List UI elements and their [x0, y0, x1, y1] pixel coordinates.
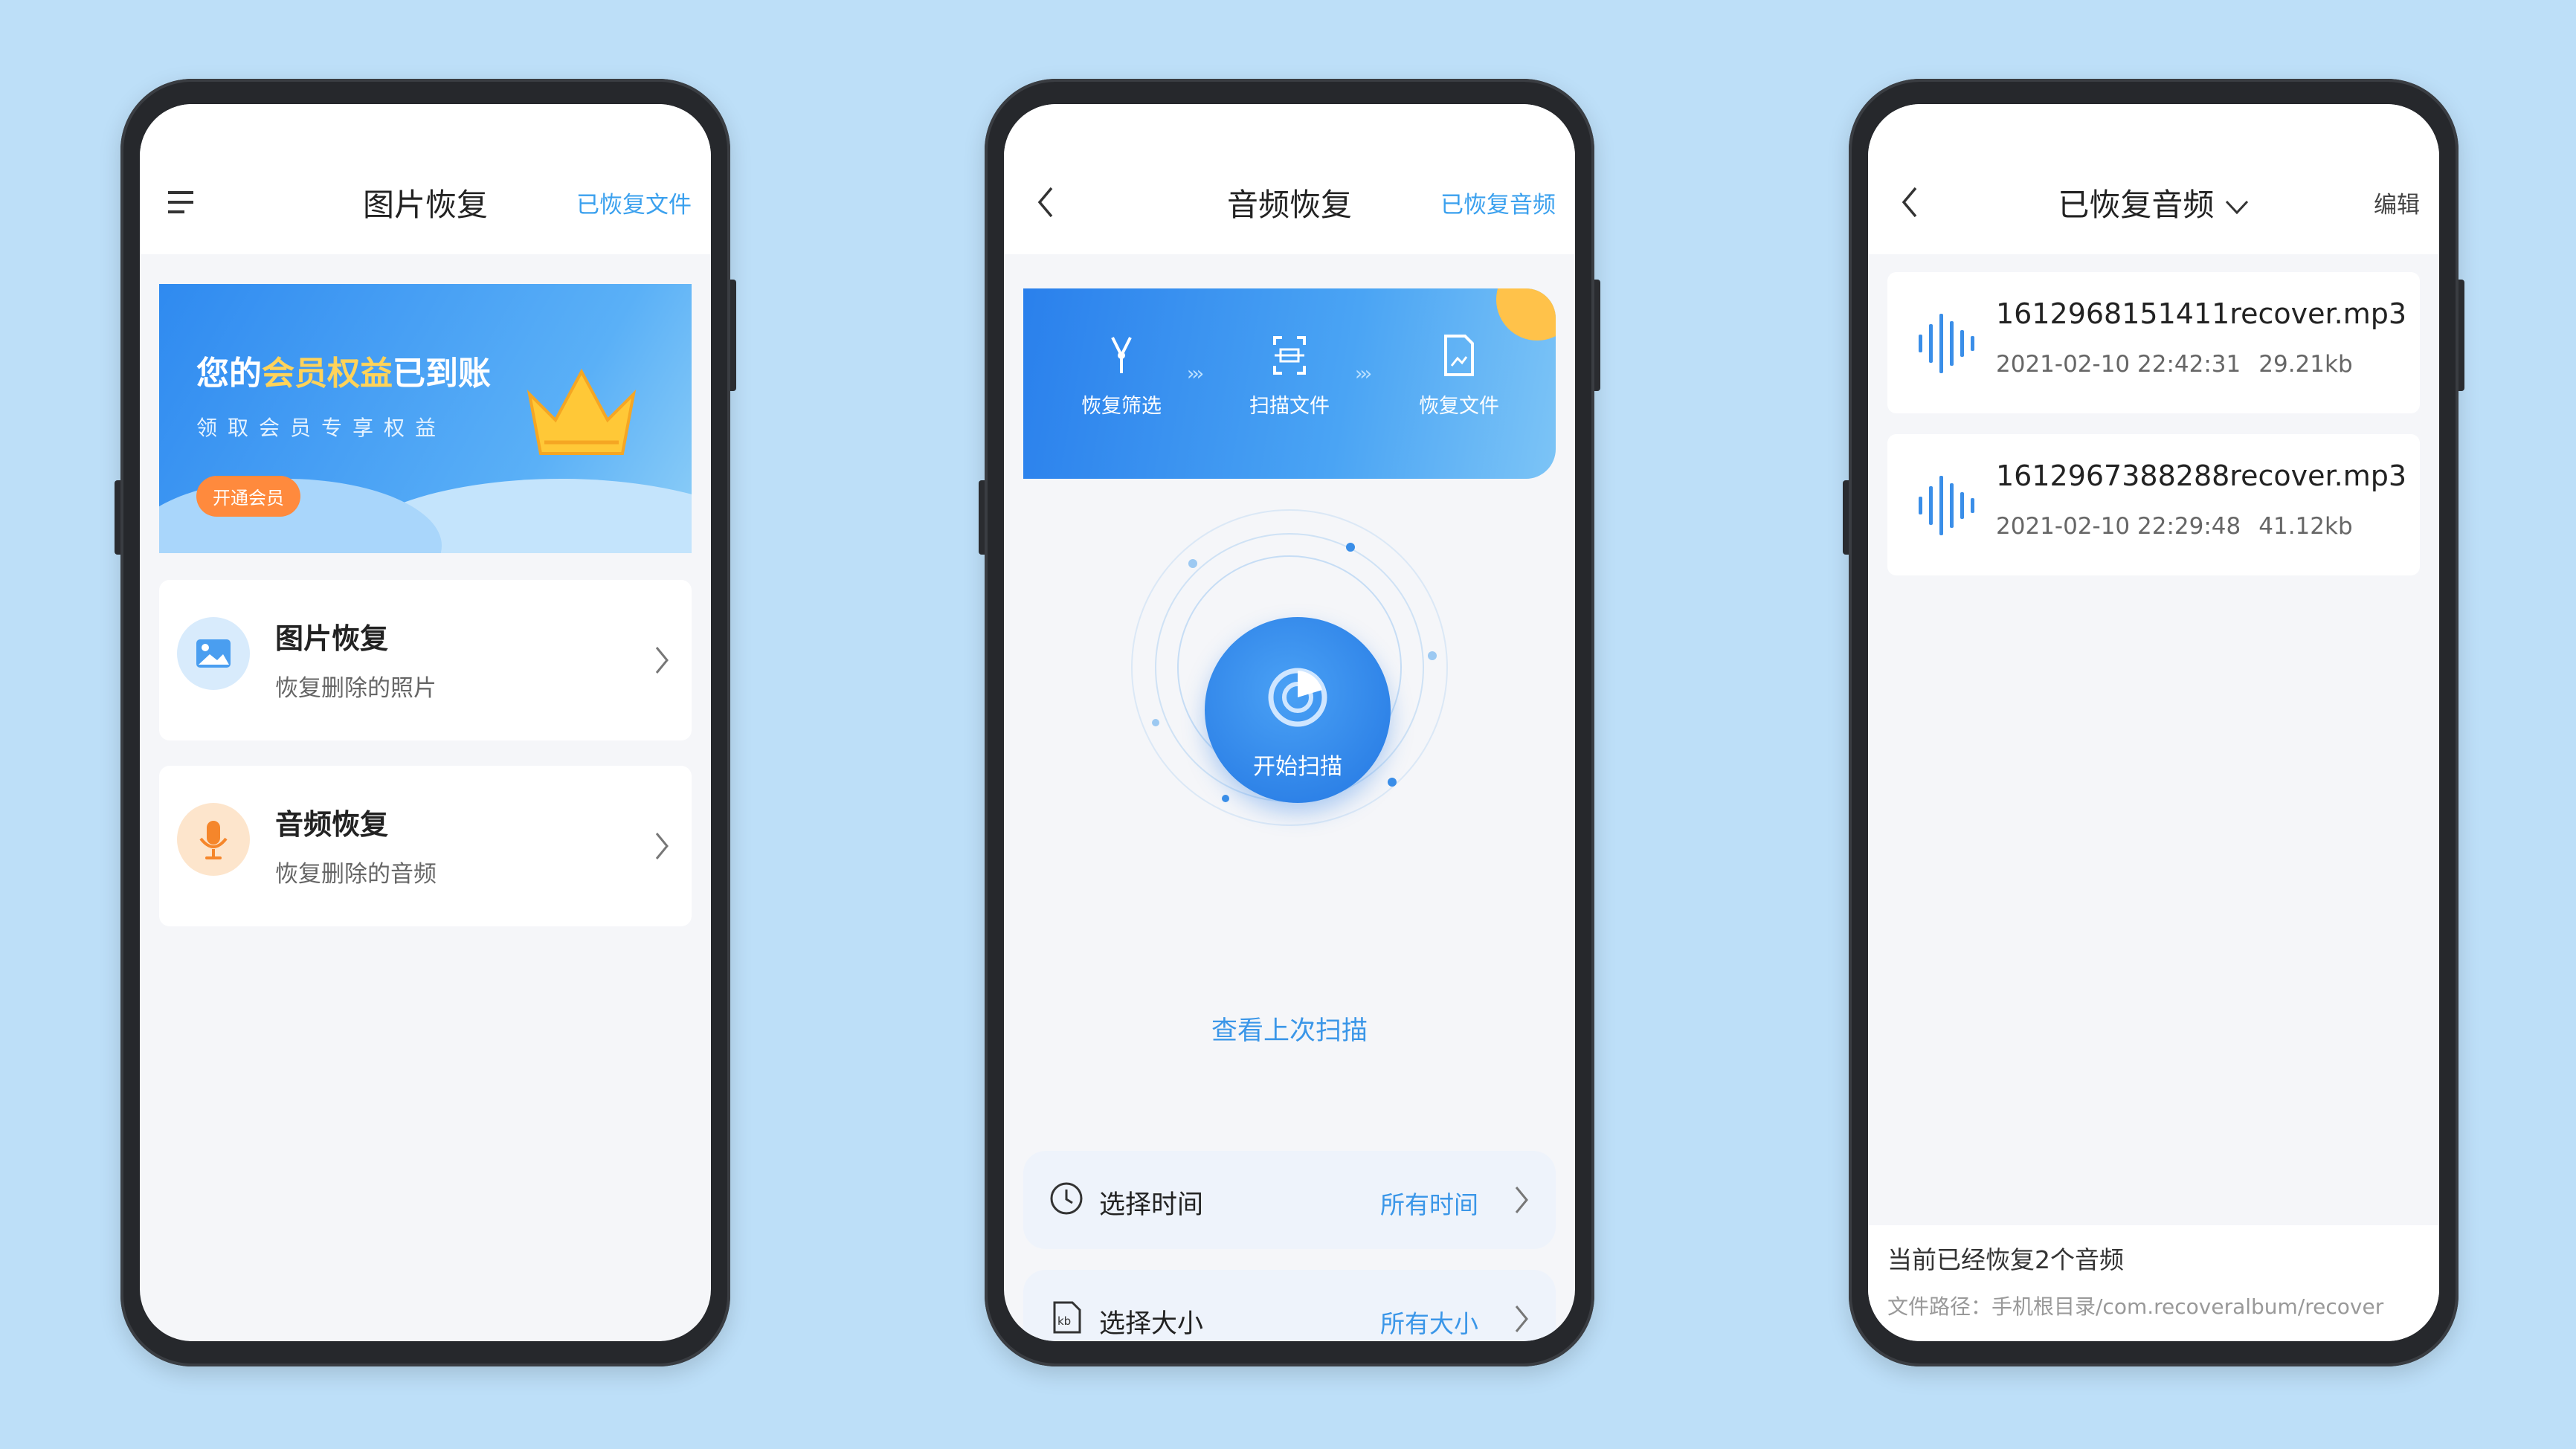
- page-title: 图片恢复: [362, 186, 488, 223]
- screen: 音频恢复 已恢复音频 恢复筛选 ››› 扫描文件 ››› 恢复文件 开始扫描 查…: [1004, 104, 1575, 1341]
- menu-item-image-recovery[interactable]: 图片恢复 恢复删除的照片: [159, 580, 692, 740]
- phone-frame-image-recovery: 图片恢复 已恢复文件 您的会员权益已到账 领取会员专享权益 开通会员 图片恢复 …: [115, 79, 736, 1366]
- file-meta: 2021-02-10 22:42:31 29.21kb: [1996, 351, 2353, 378]
- step-label: 恢复筛选: [1081, 395, 1162, 418]
- step-label: 扫描文件: [1249, 395, 1330, 418]
- chevron-right-icon: [655, 833, 669, 859]
- image-icon: [177, 617, 250, 690]
- phone-frame-recovered-audio: 已恢复音频 编辑 1612968151411recover.mp3 2021-0…: [1843, 79, 2464, 1366]
- page-title: 音频恢复: [1226, 186, 1352, 223]
- chevron-right-icon: [1515, 1187, 1528, 1213]
- option-label: 选择时间: [1099, 1190, 1204, 1220]
- chevron-right-icon: [1515, 1306, 1528, 1332]
- status-bar: [140, 104, 711, 150]
- file-size: 41.12kb: [2258, 513, 2353, 540]
- file-date: 2021-02-10 22:42:31: [1996, 351, 2241, 378]
- option-select-time[interactable]: 选择时间 所有时间: [1023, 1151, 1556, 1249]
- recover-file-icon: [1444, 335, 1474, 376]
- back-icon[interactable]: [1887, 180, 1932, 225]
- nav-bar: 图片恢复 已恢复文件: [140, 150, 711, 254]
- file-size: 29.21kb: [2258, 351, 2353, 378]
- audio-wave-icon: [1919, 476, 1974, 535]
- crown-icon: [527, 368, 637, 455]
- banner-title-post: 已到账: [393, 355, 491, 393]
- banner-title-pre: 您的: [196, 355, 262, 393]
- chevron-down-icon: [2225, 200, 2248, 214]
- file-list-item[interactable]: 1612968151411recover.mp3 2021-02-10 22:4…: [1887, 272, 2420, 413]
- svg-text:kb: kb: [1057, 1314, 1071, 1328]
- footer: 当前已经恢复2个音频 文件路径：手机根目录/com.recoveralbum/r…: [1868, 1225, 2439, 1341]
- banner-title: 您的会员权益已到账: [196, 346, 491, 394]
- file-name: 1612967388288recover.mp3: [1996, 459, 2407, 492]
- menu-item-subtitle: 恢复删除的照片: [275, 675, 437, 702]
- recovered-files-link[interactable]: 已恢复文件: [576, 186, 692, 219]
- phone-frame-audio-recovery: 音频恢复 已恢复音频 恢复筛选 ››› 扫描文件 ››› 恢复文件 开始扫描 查…: [979, 79, 1600, 1366]
- file-list-item[interactable]: 1612967388288recover.mp3 2021-02-10 22:2…: [1887, 434, 2420, 575]
- edit-button[interactable]: 编辑: [2374, 186, 2420, 219]
- step-scan: 扫描文件: [1230, 333, 1349, 419]
- step-filter: 恢复筛选: [1062, 333, 1181, 419]
- screen: 已恢复音频 编辑 1612968151411recover.mp3 2021-0…: [1868, 104, 2439, 1341]
- nav-bar: 已恢复音频 编辑: [1868, 150, 2439, 254]
- file-meta: 2021-02-10 22:29:48 41.12kb: [1996, 513, 2353, 540]
- start-scan-label: 开始扫描: [1253, 754, 1342, 780]
- start-scan-button[interactable]: 开始扫描: [1205, 617, 1391, 803]
- banner-subtitle: 领取会员专享权益: [196, 416, 447, 440]
- recovered-audio-link[interactable]: 已恢复音频: [1440, 186, 1556, 219]
- step-label: 恢复文件: [1419, 395, 1499, 418]
- filter-icon: [1111, 337, 1132, 373]
- page-title-dropdown[interactable]: 已恢复音频: [2058, 180, 2249, 225]
- menu-icon[interactable]: [159, 180, 204, 225]
- file-date: 2021-02-10 22:29:48: [1996, 513, 2241, 540]
- view-last-scan-link[interactable]: 查看上次扫描: [1004, 1010, 1575, 1048]
- option-select-size[interactable]: kb 选择大小 所有大小: [1023, 1270, 1556, 1341]
- menu-item-subtitle: 恢复删除的音频: [275, 861, 437, 888]
- audio-wave-icon: [1919, 314, 1974, 373]
- option-value: 所有大小: [1380, 1309, 1478, 1338]
- open-membership-button[interactable]: 开通会员: [196, 476, 300, 517]
- status-bar: [1004, 104, 1575, 150]
- banner-title-highlight: 会员权益: [262, 355, 393, 393]
- steps-banner: 恢复筛选 ››› 扫描文件 ››› 恢复文件: [1023, 288, 1556, 479]
- membership-banner[interactable]: 您的会员权益已到账 领取会员专享权益 开通会员: [159, 284, 692, 553]
- page-title: 已恢复音频: [2058, 186, 2215, 223]
- chevron-right-icon: [655, 647, 669, 674]
- menu-item-title: 音频恢复: [275, 808, 389, 841]
- arrow-icon: ›››: [1355, 363, 1372, 385]
- nav-bar: 音频恢复 已恢复音频: [1004, 150, 1575, 254]
- clock-icon: [1050, 1182, 1083, 1215]
- scan-icon: [1273, 336, 1306, 375]
- back-icon[interactable]: [1023, 180, 1068, 225]
- radar-icon: [1268, 668, 1327, 727]
- option-label: 选择大小: [1099, 1309, 1204, 1339]
- arrow-icon: ›››: [1187, 363, 1204, 385]
- kb-file-icon: kb: [1053, 1301, 1081, 1334]
- file-path: 文件路径：手机根目录/com.recoveralbum/recover: [1887, 1294, 2384, 1319]
- step-recover: 恢复文件: [1400, 333, 1519, 419]
- recovered-count: 当前已经恢复2个音频: [1887, 1245, 2124, 1274]
- file-name: 1612968151411recover.mp3: [1996, 297, 2407, 330]
- status-bar: [1868, 104, 2439, 150]
- option-value: 所有时间: [1380, 1190, 1478, 1219]
- menu-item-title: 图片恢复: [275, 622, 389, 655]
- screen: 图片恢复 已恢复文件 您的会员权益已到账 领取会员专享权益 开通会员 图片恢复 …: [140, 104, 711, 1341]
- microphone-icon: [177, 803, 250, 876]
- menu-item-audio-recovery[interactable]: 音频恢复 恢复删除的音频: [159, 766, 692, 926]
